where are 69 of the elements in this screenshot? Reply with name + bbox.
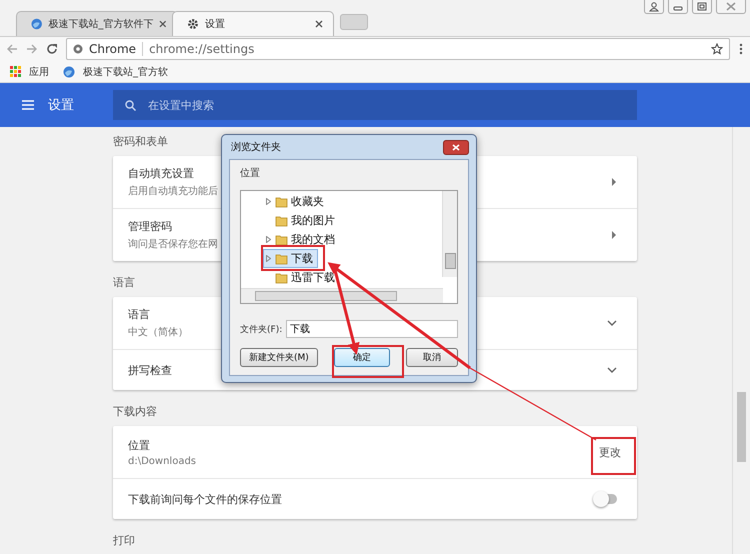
- search-icon: [125, 100, 136, 110]
- setting-label: 语言: [128, 307, 150, 322]
- chevron-right-icon[interactable]: [611, 178, 617, 186]
- apps-icon: [10, 66, 21, 77]
- dialog-title: 浏览文件夹: [231, 140, 281, 154]
- dialog-prompt: 位置: [240, 168, 260, 179]
- setting-label: 自动填充设置: [128, 166, 194, 181]
- highlight-frame: [261, 245, 325, 271]
- folder-icon: [275, 196, 288, 208]
- setting-value: 启用自动填充功能后: [128, 184, 218, 198]
- expand-icon[interactable]: [266, 236, 270, 243]
- dialog-button[interactable]: 取消: [406, 348, 458, 367]
- chevron-down-icon[interactable]: [607, 367, 617, 373]
- browser-tab[interactable]: 设置: [172, 11, 334, 36]
- search-field[interactable]: 在设置中搜索: [113, 90, 637, 120]
- setting-value: 询问是否保存您在网: [128, 238, 218, 251]
- gear-icon: [187, 18, 199, 30]
- bookmark-link[interactable]: 极速下载站_官方软: [83, 64, 168, 78]
- dialog-button[interactable]: 确定: [334, 348, 390, 367]
- folder-icon: [275, 234, 288, 246]
- address-bar[interactable]: Chrome chrome://settings: [66, 38, 730, 60]
- setting-label: 拼写检查: [128, 362, 172, 378]
- chevron-down-icon[interactable]: [607, 320, 617, 326]
- folder-icon: [275, 272, 288, 284]
- bookmark-link[interactable]: 应用: [29, 64, 49, 78]
- scrollbar[interactable]: [442, 191, 457, 277]
- folder-item[interactable]: 下载: [263, 249, 318, 268]
- setting-value: 中文（简体）: [128, 326, 188, 339]
- chrome-icon: [73, 44, 83, 54]
- folder-field[interactable]: 下载: [286, 320, 458, 338]
- folder-icon: [275, 252, 288, 264]
- close-button[interactable]: [443, 140, 469, 154]
- close-icon[interactable]: [159, 20, 167, 28]
- section-heading: 下载内容: [113, 404, 157, 419]
- globe-icon: [63, 66, 75, 78]
- setting-label: 位置: [128, 438, 150, 452]
- folder-item[interactable]: 我的图片: [263, 211, 340, 230]
- section-heading: 密码和表单: [113, 134, 168, 149]
- folder-item[interactable]: 我的文档: [263, 230, 340, 249]
- scrollbar[interactable]: [241, 288, 443, 303]
- maximize-icon[interactable]: [692, 0, 712, 14]
- menu-icon[interactable]: [738, 42, 744, 56]
- site-label: Chrome: [89, 42, 136, 56]
- star-icon[interactable]: [711, 43, 723, 55]
- close-icon[interactable]: [315, 20, 323, 28]
- url-text: chrome://settings: [149, 42, 256, 56]
- setting-label: 管理密码: [128, 219, 172, 234]
- section-heading: 语言: [113, 275, 135, 290]
- change-button[interactable]: 更改: [593, 440, 627, 464]
- reload-icon[interactable]: [46, 43, 58, 55]
- close-icon: [452, 144, 460, 150]
- highlight-frame: [332, 345, 404, 378]
- highlight-frame: [591, 437, 636, 475]
- chevron-right-icon[interactable]: [611, 231, 617, 239]
- setting-value: d:\Downloads: [128, 456, 196, 466]
- minimize-icon[interactable]: [668, 0, 688, 14]
- section-heading: 打印: [113, 533, 135, 548]
- folder-item[interactable]: 迅雷下载: [263, 268, 340, 287]
- globe-icon: [31, 18, 42, 30]
- dialog-button[interactable]: 新建文件夹(M): [240, 348, 318, 367]
- expand-icon[interactable]: [266, 198, 270, 205]
- folder-item[interactable]: 收藏夹: [263, 192, 329, 211]
- page-title: 设置: [48, 97, 74, 114]
- folder-label: 文件夹(F):: [240, 324, 282, 336]
- user-icon[interactable]: [644, 0, 664, 14]
- folder-icon: [275, 214, 288, 226]
- menu-icon[interactable]: [22, 100, 34, 110]
- expand-icon[interactable]: [266, 255, 270, 262]
- setting-label: 下载前询问每个文件的保存位置: [128, 492, 282, 506]
